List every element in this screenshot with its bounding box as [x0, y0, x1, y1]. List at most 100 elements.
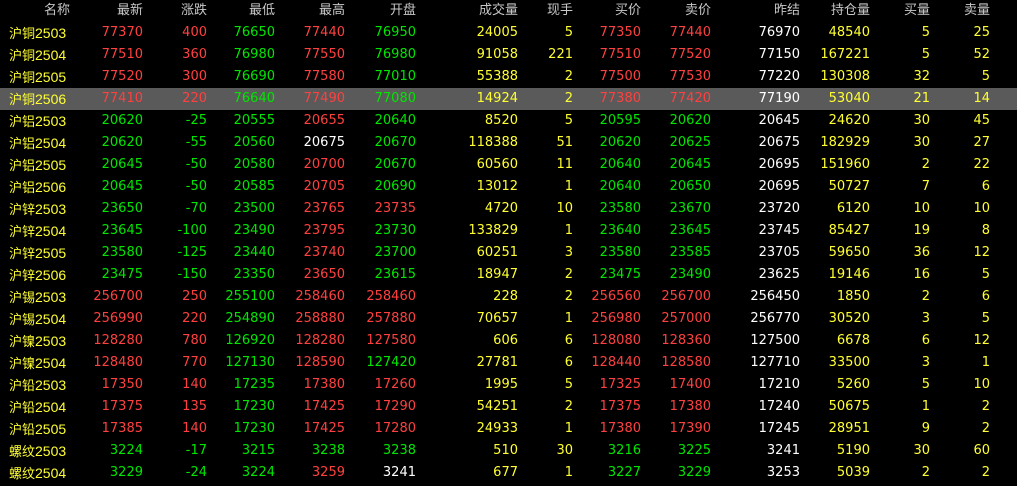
cell-askvol: 45: [973, 113, 990, 128]
cell-low: 17230: [233, 399, 275, 414]
quote-row[interactable]: 沪镍2504 128480 770 127130 128590 127420 27781 6 1…: [0, 352, 1017, 374]
cell-oi: 6120: [836, 201, 870, 216]
col-header-open[interactable]: 开盘: [390, 0, 416, 22]
cell-preset: 17240: [758, 399, 800, 414]
cell-volume: 55388: [476, 69, 518, 84]
col-header-high[interactable]: 最高: [319, 0, 345, 22]
contract-product: 沪锌: [9, 247, 36, 262]
cell-bidvol: 6: [921, 333, 930, 348]
col-header-curvol[interactable]: 现手: [547, 0, 573, 22]
cell-curvol: 5: [564, 25, 573, 40]
cell-oi: 151960: [820, 157, 870, 172]
quote-row[interactable]: 沪铅2505 17385 140 17230 17425 17280 24933 1 17380…: [0, 418, 1017, 440]
contract-name: 沪锌2503: [9, 198, 66, 222]
cell-volume: 677: [493, 465, 518, 480]
cell-askvol: 6: [981, 179, 990, 194]
quote-row[interactable]: 沪铜2503 77370 400 76650 77440 76950 24005 5 77350…: [0, 22, 1017, 44]
col-header-oi[interactable]: 持仓量: [831, 0, 870, 22]
quote-row[interactable]: 沪锡2504 256990 220 254890 258880 257880 70657 1 2…: [0, 308, 1017, 330]
quote-row[interactable]: 沪锌2505 23580 -125 23440 23740 23700 60251 3 2358…: [0, 242, 1017, 264]
cell-bid: 23640: [599, 223, 641, 238]
cell-high: 128590: [295, 355, 345, 370]
cell-bidvol: 21: [913, 91, 930, 106]
cell-volume: 14924: [476, 91, 518, 106]
quote-row[interactable]: 螺纹2504 3229 -24 3224 3259 3241 677 1 3227 3229 325…: [0, 462, 1017, 484]
col-header-bidvol[interactable]: 买量: [904, 0, 930, 22]
cell-preset: 77190: [758, 91, 800, 106]
cell-bid: 77350: [599, 25, 641, 40]
cell-curvol: 11: [556, 157, 573, 172]
cell-last: 17375: [101, 399, 143, 414]
col-header-change[interactable]: 涨跌: [181, 0, 207, 22]
col-header-ask[interactable]: 卖价: [685, 0, 711, 22]
cell-ask: 17390: [669, 421, 711, 436]
col-header-low[interactable]: 最低: [249, 0, 275, 22]
cell-oi: 30520: [828, 311, 870, 326]
quote-row[interactable]: 沪锡2503 256700 250 255100 258460 258460 228 2 256…: [0, 286, 1017, 308]
cell-curvol: 2: [564, 289, 573, 304]
cell-askvol: 2: [981, 465, 990, 480]
quote-row[interactable]: 螺纹2503 3224 -17 3215 3238 3238 510 30 3216 3225 32…: [0, 440, 1017, 462]
cell-askvol: 14: [973, 91, 990, 106]
cell-change: -70: [185, 201, 207, 216]
col-header-askvol[interactable]: 卖量: [964, 0, 990, 22]
quote-row[interactable]: 沪锌2503 23650 -70 23500 23765 23735 4720 10 23580…: [0, 198, 1017, 220]
cell-oi: 50675: [828, 399, 870, 414]
quote-row[interactable]: 沪铅2503 17350 140 17235 17380 17260 1995 5 17325 1…: [0, 374, 1017, 396]
cell-curvol: 2: [564, 399, 573, 414]
contract-name: 沪铝2504: [9, 132, 66, 156]
cell-oi: 6678: [836, 333, 870, 348]
cell-askvol: 5: [981, 69, 990, 84]
cell-last: 17385: [101, 421, 143, 436]
cell-bidvol: 10: [913, 201, 930, 216]
col-header-volume[interactable]: 成交量: [479, 0, 518, 22]
quote-row[interactable]: 沪铝2506 20645 -50 20585 20705 20690 13012 1 20640…: [0, 176, 1017, 198]
cell-ask: 17380: [669, 399, 711, 414]
cell-oi: 28951: [828, 421, 870, 436]
cell-bid: 23475: [599, 267, 641, 282]
contract-month: 2503: [35, 113, 67, 129]
col-header-name[interactable]: 名称: [44, 0, 70, 22]
cell-low: 255100: [225, 289, 275, 304]
cell-ask: 256700: [661, 289, 711, 304]
cell-high: 17380: [303, 377, 345, 392]
cell-change: 770: [182, 355, 207, 370]
cell-open: 20640: [374, 113, 416, 128]
cell-open: 23615: [374, 267, 416, 282]
cell-volume: 70657: [476, 311, 518, 326]
cell-bidvol: 2: [921, 289, 930, 304]
col-header-bid[interactable]: 买价: [615, 0, 641, 22]
quote-row[interactable]: 沪铝2505 20645 -50 20580 20700 20670 60560 11 2064…: [0, 154, 1017, 176]
col-header-last[interactable]: 最新: [117, 0, 143, 22]
cell-bidvol: 30: [913, 113, 930, 128]
quote-row[interactable]: 沪铝2504 20620 -55 20560 20675 20670 118388 51 206…: [0, 132, 1017, 154]
quote-row[interactable]: 沪铜2506 77410 220 76640 77490 77080 14924 2 77380…: [0, 88, 1017, 110]
contract-month: 2505: [35, 245, 67, 261]
contract-name: 沪锌2506: [9, 264, 66, 288]
cell-oi: 33500: [828, 355, 870, 370]
quote-row[interactable]: 沪铜2504 77510 360 76980 77550 76980 91058 221 775…: [0, 44, 1017, 66]
cell-curvol: 6: [564, 333, 573, 348]
contract-product: 沪锌: [9, 203, 36, 218]
cell-askvol: 6: [981, 289, 990, 304]
quote-row[interactable]: 沪镍2503 128280 780 126920 128280 127580 606 6 128…: [0, 330, 1017, 352]
quote-row[interactable]: 沪铝2503 20620 -25 20555 20655 20640 8520 5 20595 2…: [0, 110, 1017, 132]
cell-bid: 20640: [599, 179, 641, 194]
cell-volume: 510: [493, 443, 518, 458]
col-header-preset[interactable]: 昨结: [774, 0, 800, 22]
contract-month: 2506: [35, 267, 67, 283]
contract-month: 2504: [35, 135, 67, 151]
contract-month: 2504: [35, 311, 67, 327]
quote-row[interactable]: 沪铅2504 17375 135 17230 17425 17290 54251 2 17375…: [0, 396, 1017, 418]
cell-low: 17230: [233, 421, 275, 436]
contract-name: 沪镍2503: [9, 330, 66, 354]
cell-last: 128280: [93, 333, 143, 348]
quote-row[interactable]: 沪锌2504 23645 -100 23490 23795 23730 133829 1 236…: [0, 220, 1017, 242]
contract-month: 2503: [35, 443, 67, 459]
quote-row[interactable]: 沪锌2506 23475 -150 23350 23650 23615 18947 2 2347…: [0, 264, 1017, 286]
quote-row[interactable]: 沪铜2505 77520 300 76690 77580 77010 55388 2 77500…: [0, 66, 1017, 88]
cell-open: 76980: [374, 47, 416, 62]
contract-product: 沪铜: [9, 27, 36, 42]
cell-low: 20580: [233, 157, 275, 172]
contract-month: 2505: [35, 69, 67, 85]
